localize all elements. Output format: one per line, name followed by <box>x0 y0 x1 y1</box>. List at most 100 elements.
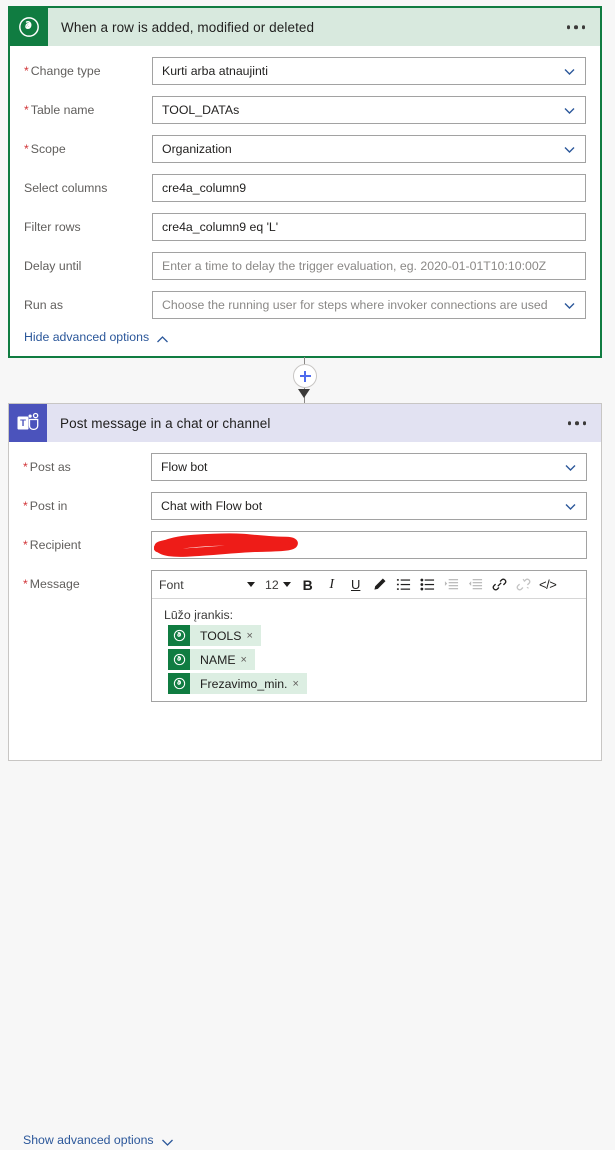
show-advanced-options-toggle[interactable]: Show advanced options <box>23 1133 174 1147</box>
select-columns-value: cre4a_column9 <box>162 181 247 195</box>
dot <box>566 25 570 29</box>
filter-rows-input[interactable]: cre4a_column9 eq 'L' <box>152 213 586 241</box>
form-row-scope: * Scope Organization <box>10 135 600 163</box>
post-as-select[interactable]: Flow bot <box>151 453 587 481</box>
step-connector <box>0 357 615 403</box>
change-type-value: Kurti arba atnaujinti <box>162 64 268 78</box>
token-remove-button[interactable]: × <box>239 654 255 666</box>
bold-button[interactable]: B <box>296 573 320 596</box>
field-label-run-as: Run as <box>24 298 63 312</box>
insert-step-button[interactable] <box>293 364 317 388</box>
action-card-header[interactable]: T Post message in a chat or channel <box>9 404 601 442</box>
token-label: TOOLS <box>200 628 242 643</box>
field-label-delay-until: Delay until <box>24 259 82 273</box>
message-text-line: Lūžo įrankis: <box>164 608 234 622</box>
token-row: NAME × <box>160 649 578 673</box>
dataverse-icon <box>168 673 190 694</box>
form-row-run-as: Run as Choose the running user for steps… <box>10 291 600 319</box>
hide-advanced-options-label: Hide advanced options <box>24 330 150 344</box>
field-label-message: * Message <box>23 577 80 591</box>
field-label-filter-rows: Filter rows <box>24 220 81 234</box>
required-marker: * <box>23 460 28 474</box>
numbered-list-button[interactable] <box>392 573 416 596</box>
field-label-scope: * Scope <box>24 142 66 156</box>
delay-until-input[interactable]: Enter a time to delay the trigger evalua… <box>152 252 586 280</box>
table-name-select[interactable]: TOOL_DATAs <box>152 96 586 124</box>
table-name-value: TOOL_DATAs <box>162 103 240 117</box>
bulleted-list-button[interactable] <box>416 573 440 596</box>
field-label-change-type: * Change type <box>24 64 101 78</box>
message-rich-text-editor[interactable]: Font 12 B I U </> Lūžo įrankis: TOOLS × … <box>151 570 587 702</box>
action-more-options-button[interactable] <box>566 417 589 429</box>
post-as-value: Flow bot <box>161 460 208 474</box>
link-button[interactable] <box>488 573 512 596</box>
token-row: Frezavimo_min. × <box>160 673 578 697</box>
delay-until-placeholder: Enter a time to delay the trigger evalua… <box>162 259 547 273</box>
chevron-down-icon <box>563 65 576 78</box>
required-marker: * <box>24 103 29 117</box>
action-card[interactable]: T Post message in a chat or channel * Pos… <box>8 403 602 1147</box>
message-body[interactable]: Lūžo įrankis: TOOLS × NAME × Frezavimo_m… <box>152 599 586 701</box>
form-row-select-columns: Select columns cre4a_column9 <box>10 174 600 202</box>
field-label-recipient: * Recipient <box>23 538 82 552</box>
token-remove-button[interactable]: × <box>244 630 260 642</box>
font-family-value: Font <box>159 577 184 592</box>
dataverse-icon <box>168 625 190 646</box>
dot <box>574 25 578 29</box>
filter-rows-value: cre4a_column9 eq 'L' <box>162 220 279 234</box>
trigger-card-header[interactable]: When a row is added, modified or deleted <box>10 8 600 46</box>
select-columns-input[interactable]: cre4a_column9 <box>152 174 586 202</box>
dot <box>575 421 579 425</box>
form-row-delay-until: Delay until Enter a time to delay the tr… <box>10 252 600 280</box>
dynamic-content-token-frezavimo-min[interactable]: Frezavimo_min. × <box>168 673 307 694</box>
required-marker: * <box>23 499 28 513</box>
svg-text:T: T <box>20 418 26 429</box>
scope-select[interactable]: Organization <box>152 135 586 163</box>
connector-arrow-icon <box>298 389 310 398</box>
required-marker: * <box>23 538 28 552</box>
font-color-button[interactable] <box>368 573 392 596</box>
token-label: NAME <box>200 652 236 667</box>
scope-value: Organization <box>162 142 232 156</box>
chevron-down-icon <box>247 582 255 587</box>
code-view-button[interactable]: </> <box>536 573 560 596</box>
action-title: Post message in a chat or channel <box>60 415 271 431</box>
chevron-up-icon <box>156 333 169 342</box>
dynamic-content-token-tools[interactable]: TOOLS × <box>168 625 261 646</box>
indent-decrease-button <box>464 573 488 596</box>
dataverse-icon <box>10 8 48 46</box>
italic-button[interactable]: I <box>320 573 344 596</box>
editor-toolbar: Font 12 B I U </> <box>152 571 586 599</box>
underline-button[interactable]: U <box>344 573 368 596</box>
form-row-change-type: * Change type Kurti arba atnaujinti <box>10 57 600 85</box>
trigger-title: When a row is added, modified or deleted <box>61 19 315 35</box>
form-row-recipient: * Recipient <box>9 531 601 559</box>
font-size-dropdown[interactable]: 12 <box>260 573 296 596</box>
chevron-down-icon <box>563 104 576 117</box>
unlink-button <box>512 573 536 596</box>
token-row: TOOLS × <box>160 625 578 649</box>
post-in-select[interactable]: Chat with Flow bot <box>151 492 587 520</box>
trigger-card[interactable]: When a row is added, modified or deleted… <box>8 6 602 358</box>
dot <box>581 25 585 29</box>
token-remove-button[interactable]: × <box>290 678 306 690</box>
run-as-placeholder: Choose the running user for steps where … <box>162 298 548 312</box>
form-row-post-in: * Post in Chat with Flow bot <box>9 492 601 520</box>
font-family-dropdown[interactable]: Font <box>154 573 260 596</box>
chevron-down-icon <box>564 500 577 513</box>
dynamic-content-token-name[interactable]: NAME × <box>168 649 255 670</box>
recipient-input[interactable] <box>151 531 587 559</box>
post-in-value: Chat with Flow bot <box>161 499 263 513</box>
required-marker: * <box>23 577 28 591</box>
trigger-more-options-button[interactable] <box>565 21 588 33</box>
change-type-select[interactable]: Kurti arba atnaujinti <box>152 57 586 85</box>
field-label-select-columns: Select columns <box>24 181 108 195</box>
dot <box>567 421 571 425</box>
chevron-down-icon <box>564 461 577 474</box>
run-as-select[interactable]: Choose the running user for steps where … <box>152 291 586 319</box>
form-row-filter-rows: Filter rows cre4a_column9 eq 'L' <box>10 213 600 241</box>
form-row-table-name: * Table name TOOL_DATAs <box>10 96 600 124</box>
hide-advanced-options-toggle[interactable]: Hide advanced options <box>24 330 169 344</box>
chevron-down-icon <box>282 582 291 587</box>
token-label: Frezavimo_min. <box>200 676 288 691</box>
